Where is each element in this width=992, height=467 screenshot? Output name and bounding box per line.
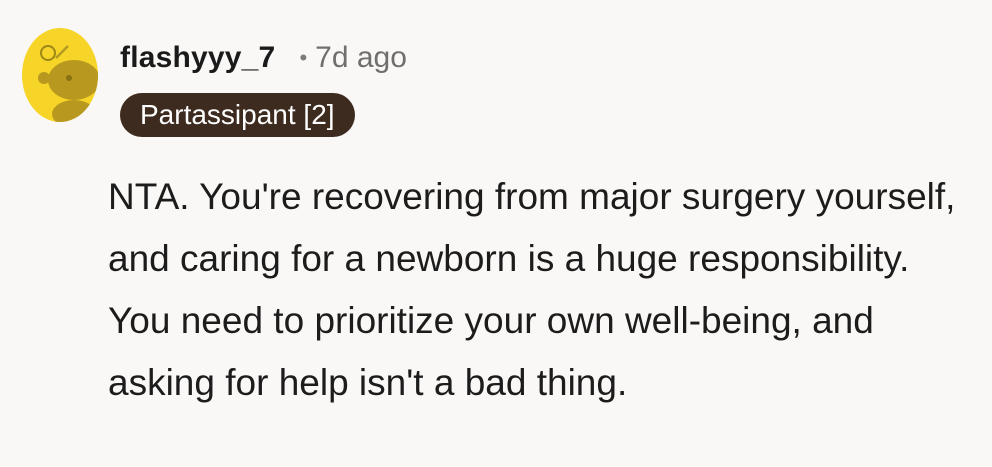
comment-body: NTA. You're recovering from major surger… xyxy=(108,176,956,403)
separator-dot: • xyxy=(299,45,308,70)
comment: flashyyy_7 • 7d ago Partassipant [2] NTA… xyxy=(0,0,992,467)
user-flair-badge: Partassipant [2] xyxy=(120,93,355,137)
snoo-avatar-icon[interactable] xyxy=(22,28,98,122)
comment-header: flashyyy_7 • 7d ago xyxy=(120,38,407,78)
username[interactable]: flashyyy_7 xyxy=(120,41,275,75)
timestamp[interactable]: 7d ago xyxy=(315,41,407,75)
